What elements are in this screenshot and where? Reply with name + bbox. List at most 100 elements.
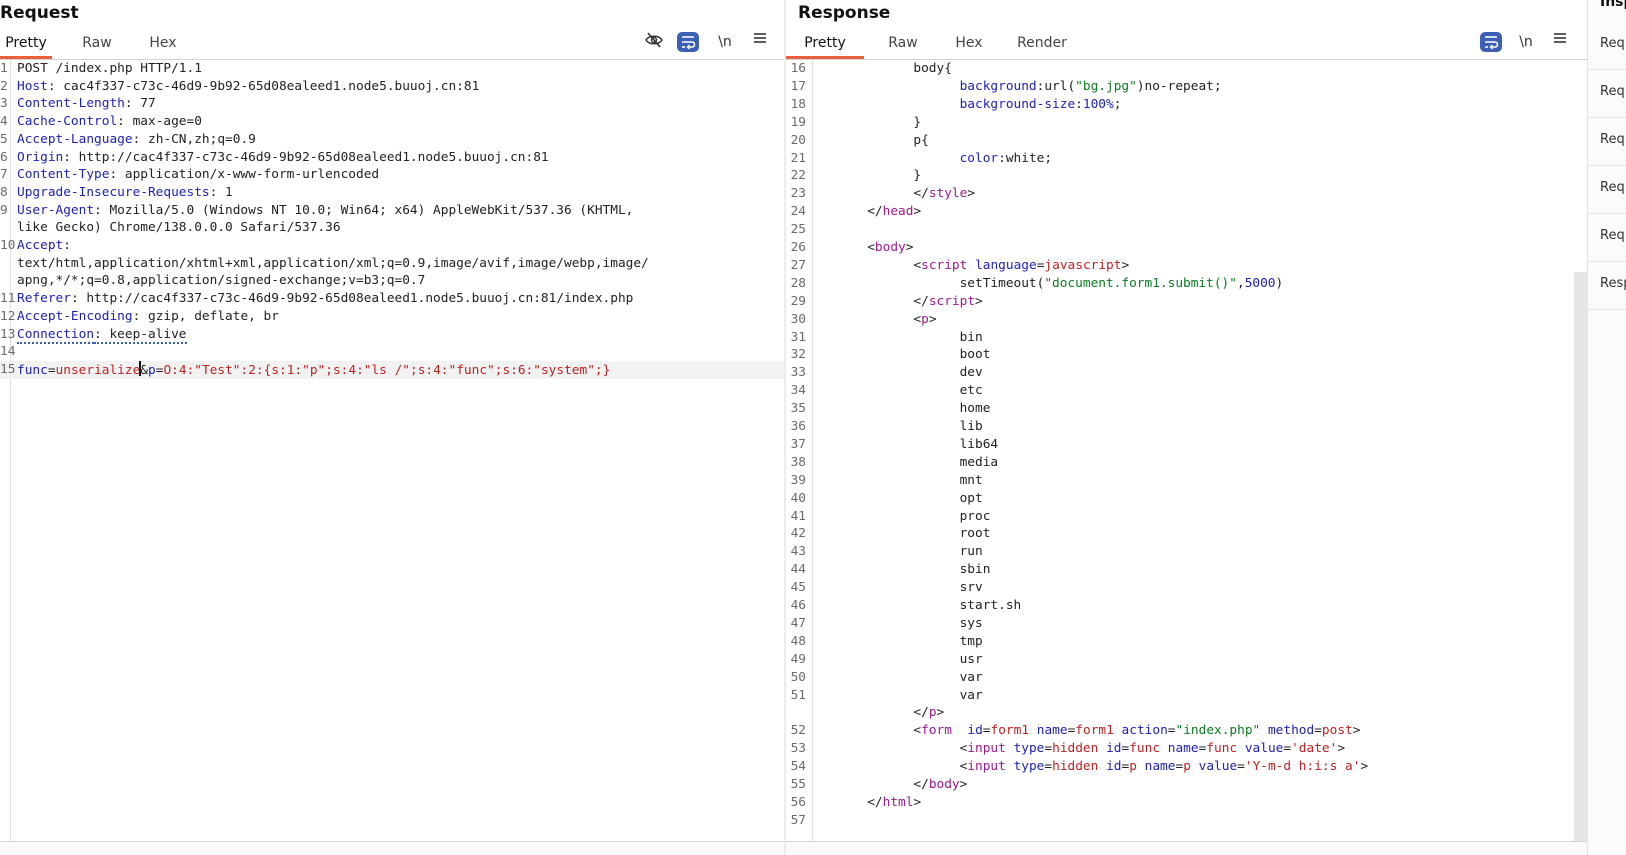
code-text: background-size:100%; xyxy=(960,96,1122,114)
code-text: <script language=javascript> xyxy=(913,257,1129,275)
code-token: func xyxy=(17,362,48,378)
code-token: home xyxy=(959,401,991,417)
inspector-item-request-body[interactable]: Req xyxy=(1588,118,1626,166)
inspector-item-request-query[interactable]: Req xyxy=(1588,70,1626,118)
code-token: : http://cac4f337-c73c-46d9-9b92-65d08ea… xyxy=(70,291,634,307)
code-token: apng,*/*;q=0.8,application/signed-exchan… xyxy=(17,273,426,289)
response-code-line: 45 srv xyxy=(786,579,1587,597)
code-token: </ xyxy=(867,794,883,810)
hamburger-menu-icon[interactable] xyxy=(748,32,772,52)
code-token: lib xyxy=(959,419,983,434)
response-vertical-scrollbar[interactable] xyxy=(1574,272,1587,842)
newline-toggle[interactable]: \n xyxy=(1514,32,1538,52)
code-token: id xyxy=(967,723,983,739)
code-token: value xyxy=(1244,741,1284,757)
code-text: usr xyxy=(960,651,983,669)
line-number: 40 xyxy=(790,490,806,506)
tab-response-render[interactable]: Render xyxy=(1010,30,1074,57)
code-text: Accept-Language: zh-CN,zh;q=0.9 xyxy=(17,131,256,149)
line-number: 11 xyxy=(0,291,16,307)
hide-eye-off-icon[interactable] xyxy=(642,32,666,52)
line-number: 47 xyxy=(790,615,806,631)
response-editor[interactable]: 16 body{17 background:url("bg.jpg")no-repe… xyxy=(786,60,1587,842)
line-number: 55 xyxy=(790,777,806,792)
code-token: Referer xyxy=(17,291,71,307)
code-token: Content-Length xyxy=(17,96,125,112)
code-token: < xyxy=(913,723,922,739)
response-horizontal-scrollbar[interactable] xyxy=(786,841,1587,855)
code-text: </html> xyxy=(867,794,921,812)
line-number: 34 xyxy=(790,383,806,399)
code-text: Accept-Encoding: gzip, deflate, br xyxy=(17,308,279,326)
tab-request-raw[interactable]: Raw xyxy=(72,30,122,57)
code-token: : keep-alive xyxy=(94,326,187,344)
response-code-line: 29 </script> xyxy=(786,293,1587,311)
code-token: User-Agent xyxy=(17,202,95,218)
tab-request-hex[interactable]: Hex xyxy=(138,30,188,57)
wrap-lines-icon[interactable] xyxy=(677,32,699,52)
tab-response-hex[interactable]: Hex xyxy=(944,30,994,57)
response-panel: Response Pretty Raw Hex Render \n 16 body… xyxy=(786,0,1587,855)
code-text: Accept: xyxy=(17,237,71,255)
code-token: : 1 xyxy=(209,184,233,200)
code-token: p xyxy=(921,311,929,327)
tab-response-raw[interactable]: Raw xyxy=(878,30,928,57)
code-token: > xyxy=(913,204,922,220)
inspector-item-response-headers[interactable]: Resp xyxy=(1588,262,1626,310)
line-number: 51 xyxy=(790,687,806,703)
code-token: mnt xyxy=(959,472,983,488)
newline-toggle[interactable]: \n xyxy=(713,32,737,52)
code-token: ; xyxy=(1113,96,1122,112)
tab-response-pretty[interactable]: Pretty xyxy=(786,30,864,59)
code-token: media xyxy=(959,454,999,470)
inspector-item-request-cookies[interactable]: Req xyxy=(1588,166,1626,214)
line-number: 9 xyxy=(0,202,8,218)
inspector-item-request-headers[interactable]: Req xyxy=(1588,214,1626,262)
response-code-line: 52 <form id=form1 name=form1 action="inde… xyxy=(786,722,1587,740)
response-code-line: 48 tmp xyxy=(786,633,1587,651)
response-code-line: 38 media xyxy=(786,454,1587,472)
code-text: Referer: http://cac4f337-c73c-46d9-9b92-… xyxy=(17,290,633,308)
request-code-line: 6 Origin: http://cac4f337-c73c-46d9-9b92-… xyxy=(0,149,784,167)
request-horizontal-scrollbar[interactable] xyxy=(0,841,784,855)
request-title: Request xyxy=(0,3,79,23)
code-token: > xyxy=(1121,257,1130,273)
request-code-line: 7 Content-Type: application/x-www-form-ur… xyxy=(0,166,784,184)
request-editor[interactable]: 1 POST /index.php HTTP/1.1 2 Host: cac4f337… xyxy=(0,60,784,842)
code-token: > xyxy=(913,794,922,810)
response-code-line: 30 <p> xyxy=(786,311,1587,329)
line-number: 21 xyxy=(790,150,806,166)
code-token: head xyxy=(882,204,914,220)
code-token: : xyxy=(63,238,71,253)
code-text: like Gecko) Chrome/138.0.0.0 Safari/537.… xyxy=(17,219,341,237)
request-code-line: 4 Cache-Control: max-age=0 xyxy=(0,113,784,131)
code-text: opt xyxy=(960,490,983,508)
response-code-line: 23 </style> xyxy=(786,185,1587,203)
code-text: dev xyxy=(960,364,983,382)
hamburger-menu-icon[interactable] xyxy=(1548,32,1572,52)
code-token: </ xyxy=(913,705,929,721)
inspector-item-request-attributes[interactable]: Req xyxy=(1588,22,1626,70)
request-code-line: 3 Content-Length: 77 xyxy=(0,95,784,113)
response-code-line: 27 <script language=javascript> xyxy=(786,257,1587,275)
tab-request-pretty[interactable]: Pretty xyxy=(0,30,52,59)
line-number: 24 xyxy=(790,204,806,220)
code-text: start.sh xyxy=(960,597,1022,615)
code-token: < xyxy=(913,257,922,273)
code-token: p xyxy=(148,362,156,378)
code-token: sbin xyxy=(959,562,991,578)
code-token: : max-age=0 xyxy=(117,114,202,130)
response-code-line: 49 usr xyxy=(786,651,1587,669)
code-token: var xyxy=(959,669,983,685)
code-token: > xyxy=(1360,759,1369,775)
request-code-line: 1 POST /index.php HTTP/1.1 xyxy=(0,60,784,78)
wrap-lines-icon[interactable] xyxy=(1480,32,1502,52)
code-text: <p> xyxy=(913,311,936,329)
line-number: 37 xyxy=(790,436,806,452)
code-token: : cac4f337-c73c-46d9-9b92-65d08ealeed1.n… xyxy=(47,78,480,94)
response-code-line: 37 lib64 xyxy=(786,436,1587,454)
line-number: 17 xyxy=(790,78,806,94)
